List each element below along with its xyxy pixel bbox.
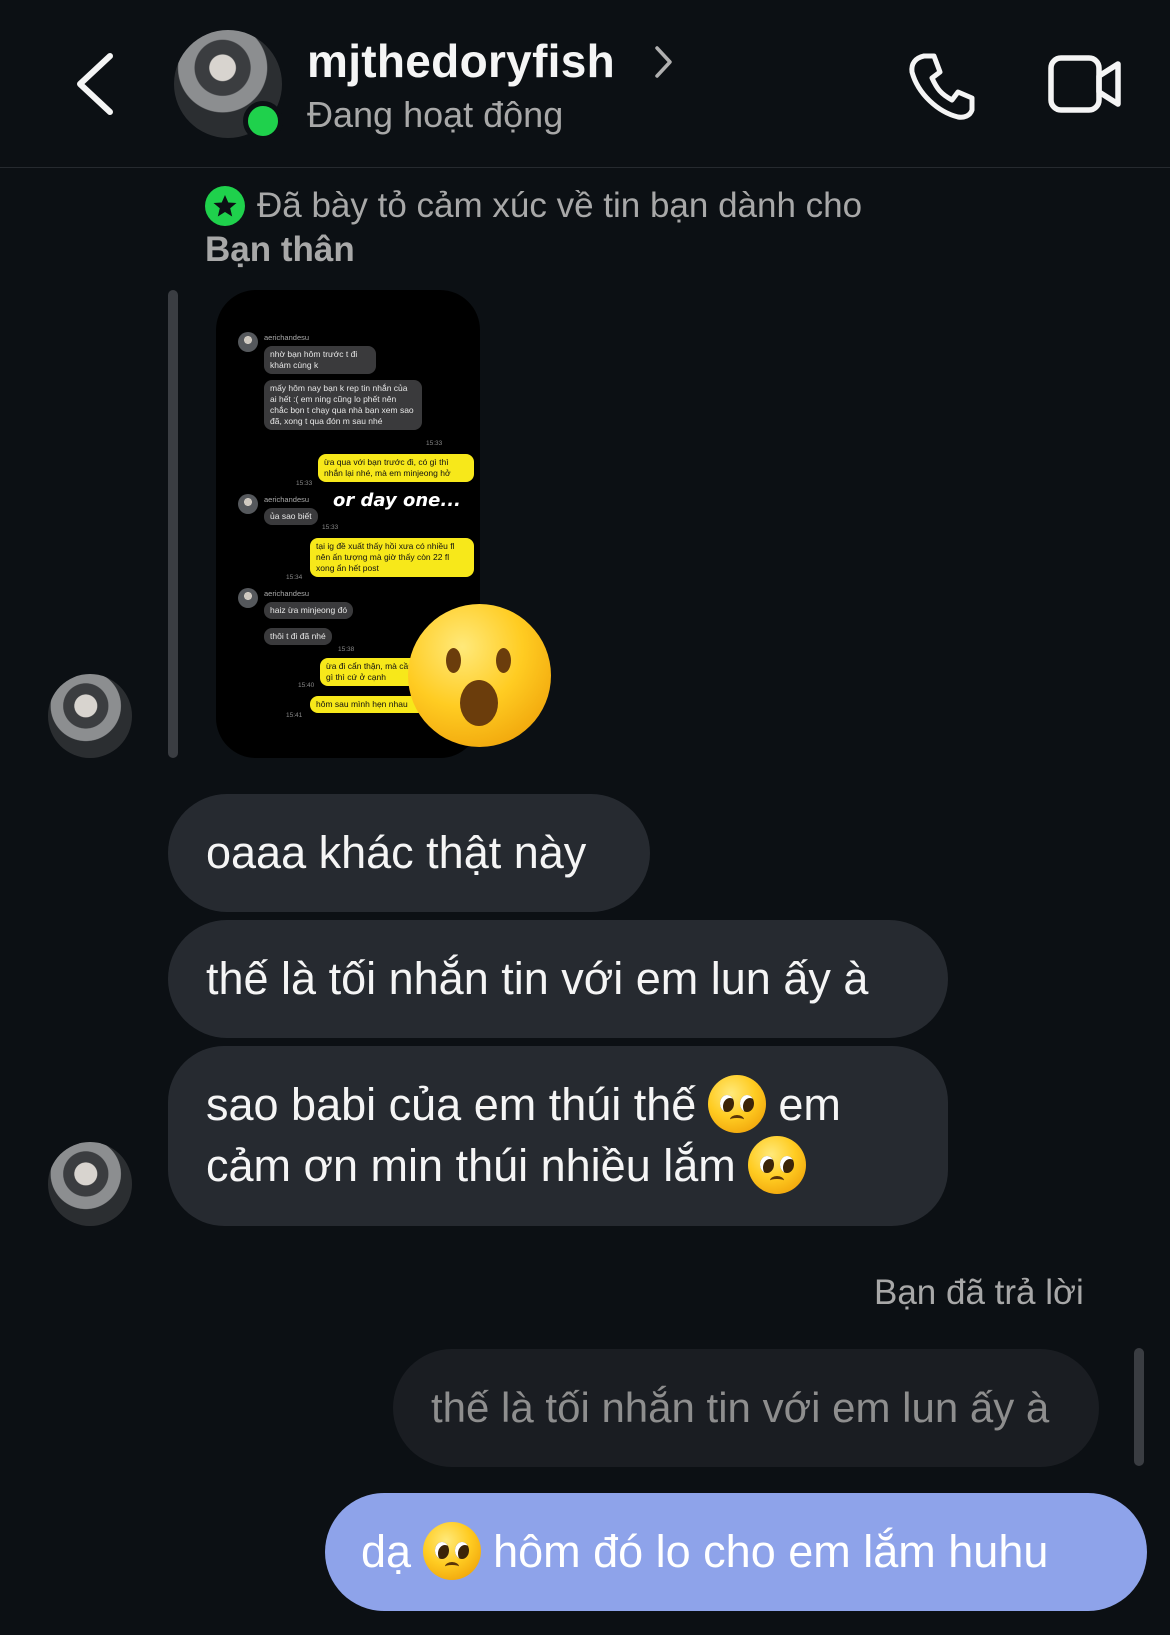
message-line: sao babi của em thúi thế em [206,1075,910,1137]
story-message: tại ig đề xuất thấy hồi xưa có nhiều fl … [310,538,474,577]
story-message: haiz ừa minjeong đó [264,602,354,619]
story-time: 15:41 [286,712,303,719]
username[interactable]: mjthedoryfish [307,34,615,88]
message-bubble[interactable]: sao babi của em thúi thế em cảm ơn min th… [168,1046,948,1226]
message-bubble[interactable]: thế là tối nhắn tin với em lun ấy à [168,920,948,1038]
phone-icon[interactable] [906,50,978,122]
avatar[interactable] [48,1142,132,1226]
active-status: Đang hoạt động [307,94,564,135]
story-sender-name: aerichandesu [264,333,310,342]
close-friends-label: Bạn thân [205,230,355,269]
sent-message-bubble[interactable]: dạ hôm đó lo cho em lắm huhu [325,1493,1147,1611]
online-status-dot [243,101,283,141]
story-message: mấy hôm nay bạn k rep tin nhắn của ai hế… [264,380,422,430]
quoted-message[interactable]: thế là tối nhắn tin với em lun ấy à [393,1349,1099,1467]
pleading-face-emoji-icon [747,1136,806,1195]
story-time: 15:38 [338,646,355,653]
story-time: 15:34 [286,574,303,581]
story-reply-bar [168,290,178,758]
reply-quote-bar [1134,1348,1144,1466]
story-avatar [238,588,258,608]
story-avatar [238,332,258,352]
message-line: cảm ơn min thúi nhiều lắm [206,1136,910,1198]
story-time: 15:40 [298,682,315,689]
pleading-face-emoji-icon [423,1522,482,1581]
chevron-right-icon[interactable] [652,42,676,82]
message-bubble[interactable]: oaaa khác thật này [168,794,650,912]
message-text: sao babi của em thúi thế [206,1079,697,1130]
story-time: 15:33 [296,480,313,487]
replied-label: Bạn đã trả lời [874,1273,1084,1312]
message-text: hôm đó lo cho em lắm huhu [493,1526,1049,1577]
story-sender-name: aerichandesu [264,495,310,504]
story-time: 15:33 [426,440,443,447]
message-text: thế là tối nhắn tin với em lun ấy à [206,953,869,1004]
message-text: em [778,1079,841,1130]
story-message: ủa sao biết [264,508,318,525]
pleading-face-emoji-icon [708,1075,767,1134]
message-text: dạ [361,1526,412,1577]
story-sender-name: aerichandesu [264,589,310,598]
story-overlay-text: or day one... [333,490,461,511]
video-call-icon[interactable] [1047,52,1123,116]
hushed-face-emoji-icon [408,604,551,747]
story-time: 15:33 [322,524,339,531]
story-message: ừa qua với bạn trước đi, có gì thì nhắn … [318,454,474,482]
chat-header: mjthedoryfish Đang hoạt động [0,0,1170,168]
story-message: hôm sau mình hẹn nhau [310,696,426,713]
story-message: thôi t đi đã nhé [264,628,332,645]
back-chevron-icon[interactable] [70,48,130,120]
reaction-notice-text: Đã bày tỏ cảm xúc về tin bạn dành cho [257,186,863,225]
story-reaction-notice: Đã bày tỏ cảm xúc về tin bạn dành cho [205,186,862,226]
close-friends-star-icon [205,186,245,226]
story-avatar [238,494,258,514]
message-text: cảm ơn min thúi nhiều lắm [206,1140,736,1192]
story-message: nhờ bạn hôm trước t đi khám cùng k [264,346,376,374]
avatar[interactable] [48,674,132,758]
message-text: oaaa khác thật này [206,827,587,878]
